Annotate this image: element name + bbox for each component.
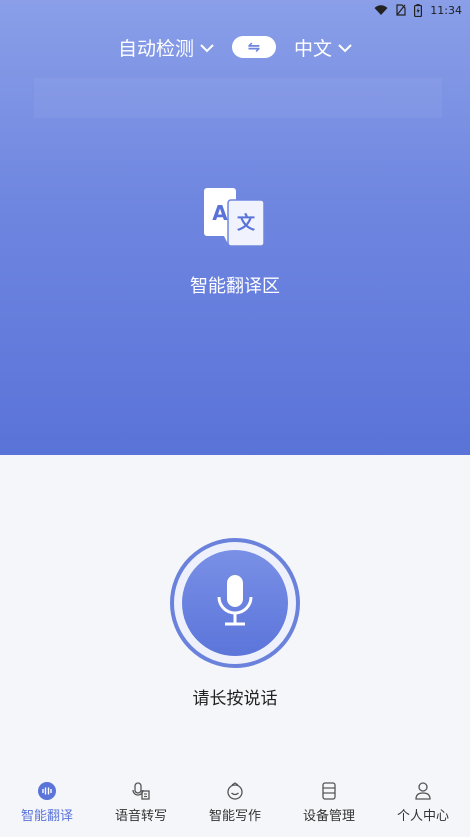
- microphone-icon: [215, 573, 255, 633]
- nav-label-translate: 智能翻译: [20, 808, 73, 824]
- writing-icon: [226, 781, 244, 801]
- status-time: 11:34: [430, 3, 462, 17]
- translation-area[interactable]: A 文 智能翻译区: [0, 186, 470, 298]
- language-selector-bar: 自动检测 ⇋ 中文: [0, 30, 470, 64]
- translate-icon-letter-a: A: [212, 201, 228, 225]
- target-language-dropdown[interactable]: 中文: [294, 34, 352, 61]
- swap-languages-button[interactable]: ⇋: [232, 36, 276, 58]
- nav-label-device: 设备管理: [302, 808, 355, 824]
- swap-icon: ⇋: [247, 38, 261, 56]
- nav-item-writing[interactable]: 智能写作: [195, 781, 275, 824]
- nav-label-profile: 个人中心: [396, 808, 449, 824]
- nav-item-device[interactable]: 设备管理: [289, 781, 369, 824]
- nav-item-transcribe[interactable]: 语音转写: [101, 781, 181, 824]
- translation-area-label: 智能翻译区: [190, 276, 280, 297]
- translate-icon: A 文: [202, 186, 268, 254]
- nav-label-writing: 智能写作: [208, 808, 261, 824]
- bottom-nav: 智能翻译 语音转写 智能写作 设备管理 个人中心: [0, 767, 470, 837]
- no-sim-icon: [396, 4, 406, 16]
- nav-item-translate[interactable]: 智能翻译: [7, 781, 87, 824]
- waveform-icon: [38, 781, 56, 801]
- microphone-button-inner: [182, 550, 288, 656]
- source-language-dropdown[interactable]: 自动检测: [118, 34, 214, 61]
- chevron-down-icon: [200, 36, 214, 58]
- transcribe-icon: [132, 781, 150, 801]
- user-icon: [414, 781, 432, 801]
- nav-label-transcribe: 语音转写: [114, 808, 167, 824]
- translate-icon-letter-zh: 文: [237, 212, 256, 234]
- press-to-talk-label: 请长按说话: [192, 689, 278, 709]
- device-icon: [320, 781, 338, 801]
- status-bar: 11:34: [0, 0, 470, 20]
- source-language-label: 自动检测: [117, 37, 194, 60]
- chevron-down-icon: [338, 36, 352, 58]
- nav-item-profile[interactable]: 个人中心: [383, 781, 463, 824]
- battery-icon: [414, 3, 423, 17]
- translation-panel: 11:34 自动检测 ⇋ 中文 A 文 智能翻译区: [0, 0, 470, 455]
- voice-input-area: 请长按说话: [0, 538, 470, 709]
- microphone-button[interactable]: [170, 538, 300, 668]
- wifi-icon: [374, 4, 388, 16]
- panel-sheen: [34, 78, 442, 118]
- target-language-label: 中文: [294, 37, 333, 60]
